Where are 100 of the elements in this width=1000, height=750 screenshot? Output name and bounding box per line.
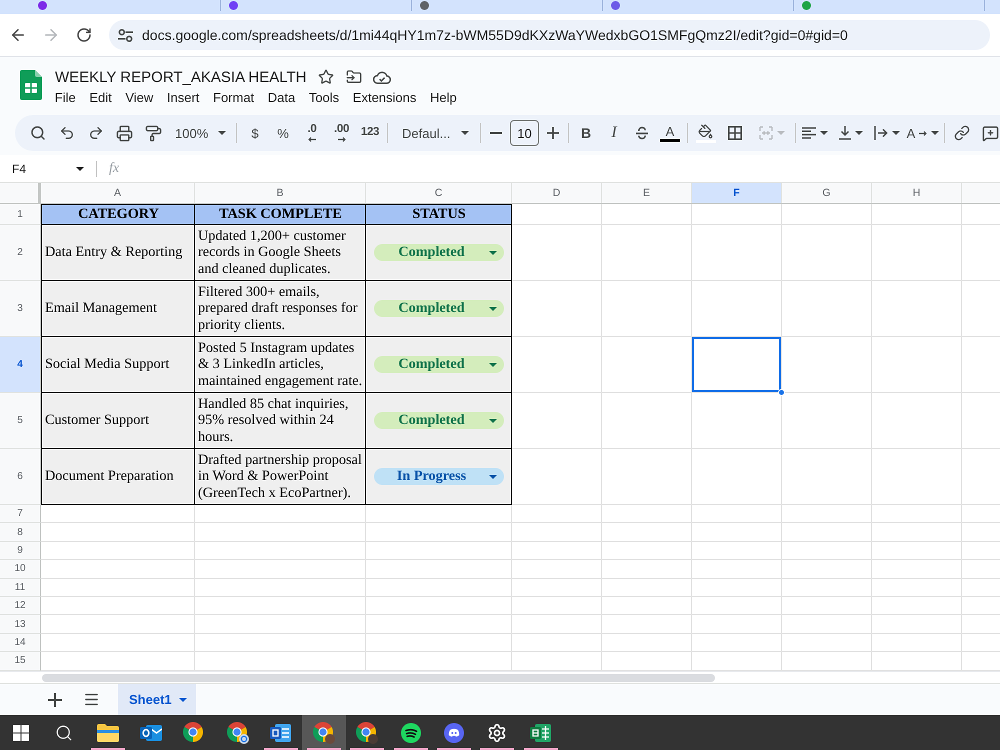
row-header[interactable]: 2 [0, 225, 41, 281]
empty-cell[interactable] [782, 560, 872, 579]
empty-cell[interactable] [872, 505, 962, 524]
empty-cell[interactable] [512, 505, 602, 524]
increase-decimal-button[interactable]: .00 [327, 119, 356, 147]
empty-cell[interactable] [195, 596, 366, 616]
empty-cell[interactable] [782, 505, 872, 524]
row-header[interactable]: 10 [0, 560, 41, 579]
menu-item[interactable]: Tools [302, 88, 346, 106]
menu-item[interactable]: Help [423, 88, 464, 106]
empty-cell[interactable] [366, 578, 512, 597]
row-header[interactable]: 14 [0, 634, 41, 652]
row-header[interactable]: 11 [0, 578, 41, 597]
empty-cell[interactable] [692, 225, 782, 281]
status-chip[interactable]: Completed [374, 300, 504, 317]
empty-cell[interactable] [366, 596, 512, 616]
empty-cell[interactable] [692, 449, 782, 505]
empty-cell[interactable] [512, 523, 602, 542]
status-chip[interactable]: Completed [374, 412, 504, 429]
row-header[interactable]: 5 [0, 393, 41, 449]
empty-cell[interactable] [602, 225, 692, 281]
empty-cell[interactable] [602, 449, 692, 505]
empty-cell[interactable] [692, 542, 782, 560]
empty-cell[interactable] [602, 505, 692, 524]
menu-item[interactable]: Insert [160, 88, 206, 106]
bold-button[interactable]: B [572, 119, 600, 147]
font-size-field[interactable]: 10 [510, 120, 539, 146]
empty-cell[interactable] [692, 634, 782, 652]
empty-cell[interactable] [366, 634, 512, 652]
empty-cell[interactable] [782, 449, 872, 505]
empty-cell[interactable] [782, 204, 872, 225]
menu-item[interactable]: Edit [82, 88, 119, 106]
name-box[interactable]: F4 [4, 156, 94, 180]
empty-cell[interactable] [366, 560, 512, 579]
empty-cell[interactable] [692, 578, 782, 597]
empty-cell[interactable] [366, 505, 512, 524]
empty-cell[interactable] [195, 560, 366, 579]
address-bar[interactable]: docs.google.com/spreadsheets/d/1mi44qHY1m7z-bWM55D9dKXzWaYWedxbGO1SMFgQmz2I/edit?gid=0#gid=0 [109, 20, 990, 50]
empty-cell[interactable] [512, 542, 602, 560]
empty-cell[interactable] [782, 596, 872, 616]
empty-cell[interactable] [872, 634, 962, 652]
empty-cell[interactable] [602, 393, 692, 449]
row-header[interactable]: 8 [0, 523, 41, 542]
empty-cell[interactable] [872, 578, 962, 597]
menu-item[interactable]: View [118, 88, 160, 106]
empty-cell[interactable] [512, 634, 602, 652]
row-header[interactable]: 12 [0, 596, 41, 616]
empty-cell[interactable] [512, 578, 602, 597]
row-header[interactable]: 6 [0, 449, 41, 505]
italic-button[interactable]: I [600, 119, 628, 147]
empty-cell[interactable] [872, 281, 962, 337]
empty-cell[interactable] [366, 542, 512, 560]
text-rotation-button[interactable]: A [905, 119, 941, 147]
empty-cell[interactable] [872, 542, 962, 560]
status-chip[interactable]: Completed [374, 244, 504, 261]
empty-cell[interactable] [602, 281, 692, 337]
menu-item[interactable]: Extensions [346, 88, 424, 106]
empty-cell[interactable] [782, 578, 872, 597]
column-header[interactable]: F [692, 183, 782, 203]
row-header[interactable]: 15 [0, 652, 41, 671]
text-color-button[interactable]: A [656, 119, 684, 147]
empty-cell[interactable] [602, 204, 692, 225]
scrollbar-thumb[interactable] [42, 674, 715, 682]
empty-cell[interactable] [782, 542, 872, 560]
empty-cell[interactable] [782, 634, 872, 652]
empty-cell[interactable] [872, 393, 962, 449]
empty-cell[interactable] [692, 523, 782, 542]
zoom-select[interactable]: 100% [168, 119, 232, 147]
number-format-button[interactable]: 123 [356, 119, 384, 147]
empty-cell[interactable] [195, 578, 366, 597]
menu-item[interactable]: File [48, 88, 83, 106]
empty-cell[interactable] [872, 337, 962, 393]
empty-cell[interactable] [692, 393, 782, 449]
decrease-decimal-button[interactable]: .0 [297, 119, 327, 147]
browser-button[interactable] [302, 715, 346, 750]
empty-cell[interactable] [602, 578, 692, 597]
menu-item[interactable]: Data [260, 88, 302, 106]
font-select[interactable]: Defaul... [391, 119, 477, 147]
empty-cell[interactable] [195, 523, 366, 542]
empty-cell[interactable] [195, 505, 366, 524]
empty-cell[interactable] [195, 615, 366, 634]
menu-item[interactable]: Format [206, 88, 261, 106]
empty-cell[interactable] [366, 615, 512, 634]
empty-cell[interactable] [512, 560, 602, 579]
empty-cell[interactable] [872, 523, 962, 542]
status-chip[interactable]: In Progress [374, 468, 504, 485]
empty-cell[interactable] [692, 505, 782, 524]
empty-cell[interactable] [872, 615, 962, 634]
currency-button[interactable]: $ [241, 119, 269, 147]
empty-cell[interactable] [782, 615, 872, 634]
empty-cell[interactable] [692, 596, 782, 616]
empty-cell[interactable] [782, 225, 872, 281]
empty-cell[interactable] [512, 596, 602, 616]
empty-cell[interactable] [512, 615, 602, 634]
empty-cell[interactable] [872, 204, 962, 225]
empty-cell[interactable] [692, 281, 782, 337]
row-header[interactable]: 1 [0, 204, 41, 225]
document-title[interactable]: WEEKLY REPORT_AKASIA HEALTH [55, 68, 306, 86]
empty-cell[interactable] [782, 337, 872, 393]
empty-cell[interactable] [195, 634, 366, 652]
